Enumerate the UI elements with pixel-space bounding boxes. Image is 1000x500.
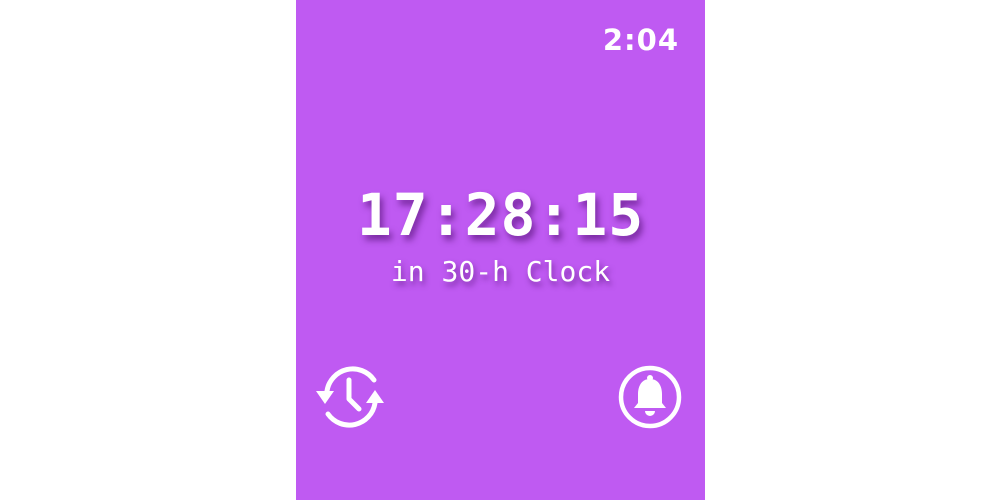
bell-icon xyxy=(618,365,682,429)
clock-subtitle: in 30-h Clock xyxy=(390,255,611,288)
sync-clock-button[interactable] xyxy=(312,358,390,436)
watch-screen: 2:04 17:28:15 in 30-h Clock xyxy=(296,0,705,500)
alarm-button[interactable] xyxy=(611,358,689,436)
clock-sync-icon xyxy=(316,366,384,428)
clock-time: 17:28:15 xyxy=(356,181,645,249)
status-time: 2:04 xyxy=(602,23,679,57)
